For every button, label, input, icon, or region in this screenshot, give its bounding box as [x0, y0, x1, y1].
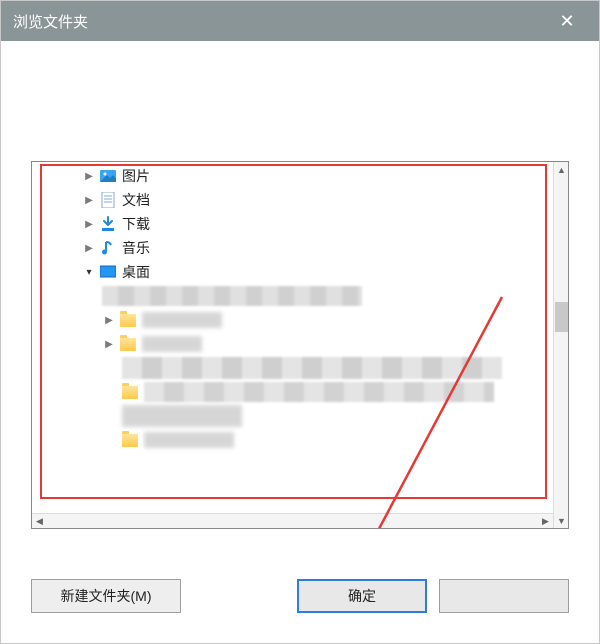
tree-node-pictures[interactable]: ▶ 图片: [32, 164, 553, 188]
scrollbar-thumb[interactable]: [555, 302, 568, 332]
horizontal-scrollbar[interactable]: ◀ ▶: [32, 513, 553, 528]
scroll-down-icon[interactable]: ▼: [554, 513, 569, 528]
desktop-icon: [100, 264, 116, 280]
tree-node-music[interactable]: ▶ 音乐: [32, 236, 553, 260]
ok-button[interactable]: 确定: [297, 579, 427, 613]
dialog-footer: 新建文件夹(M) 确定: [1, 559, 599, 643]
close-icon[interactable]: ✕: [547, 1, 587, 41]
tree-node-subfolder[interactable]: [32, 380, 553, 404]
tree-node-label: 文档: [122, 190, 150, 210]
vertical-scrollbar[interactable]: ▲ ▼: [553, 162, 568, 528]
titlebar: 浏览文件夹 ✕: [1, 1, 599, 41]
tree-node-documents[interactable]: ▶ 文档: [32, 188, 553, 212]
tree-node-subfolder[interactable]: ▶: [32, 332, 553, 356]
folder-icon: [120, 312, 136, 328]
chevron-right-icon[interactable]: ▶: [82, 169, 96, 183]
tree-node-label: 图片: [122, 166, 150, 186]
scroll-right-icon[interactable]: ▶: [538, 514, 553, 528]
dialog-body: ▶ 图片 ▶ 文档: [1, 41, 599, 559]
tree-row-blurred: [32, 356, 553, 380]
chevron-right-icon[interactable]: ▶: [82, 217, 96, 231]
folder-tree-pane: ▶ 图片 ▶ 文档: [31, 161, 569, 529]
button-label: 确定: [348, 586, 376, 606]
document-icon: [100, 192, 116, 208]
scroll-up-icon[interactable]: ▲: [554, 162, 569, 177]
music-icon: [100, 240, 116, 256]
tree-node-label: 下载: [122, 214, 150, 234]
button-label: 新建文件夹(M): [61, 586, 152, 606]
folder-icon: [120, 336, 136, 352]
folder-icon: [122, 384, 138, 400]
tree-node-downloads[interactable]: ▶ 下载: [32, 212, 553, 236]
pictures-icon: [100, 168, 116, 184]
chevron-right-icon[interactable]: ▶: [82, 193, 96, 207]
tree-node-label: 桌面: [122, 262, 150, 282]
chevron-right-icon[interactable]: ▶: [102, 313, 116, 327]
browse-folder-dialog: 浏览文件夹 ✕ ▶ 图片 ▶: [0, 0, 600, 644]
chevron-down-icon[interactable]: ▾: [82, 265, 96, 279]
tree-node-desktop[interactable]: ▾ 桌面: [32, 260, 553, 284]
chevron-right-icon[interactable]: ▶: [82, 241, 96, 255]
folder-icon: [122, 432, 138, 448]
cancel-button[interactable]: [439, 579, 569, 613]
tree-node-subfolder[interactable]: ▶: [32, 308, 553, 332]
download-icon: [100, 216, 116, 232]
new-folder-button[interactable]: 新建文件夹(M): [31, 579, 181, 613]
tree-row-blurred: [32, 404, 553, 428]
spacer: [31, 71, 569, 161]
tree-node-label: 音乐: [122, 238, 150, 258]
chevron-right-icon[interactable]: ▶: [102, 337, 116, 351]
scroll-left-icon[interactable]: ◀: [32, 514, 47, 528]
tree-row-blurred: [32, 284, 553, 308]
dialog-title: 浏览文件夹: [13, 11, 547, 32]
tree-node-subfolder[interactable]: [32, 428, 553, 452]
folder-tree[interactable]: ▶ 图片 ▶ 文档: [32, 162, 553, 513]
